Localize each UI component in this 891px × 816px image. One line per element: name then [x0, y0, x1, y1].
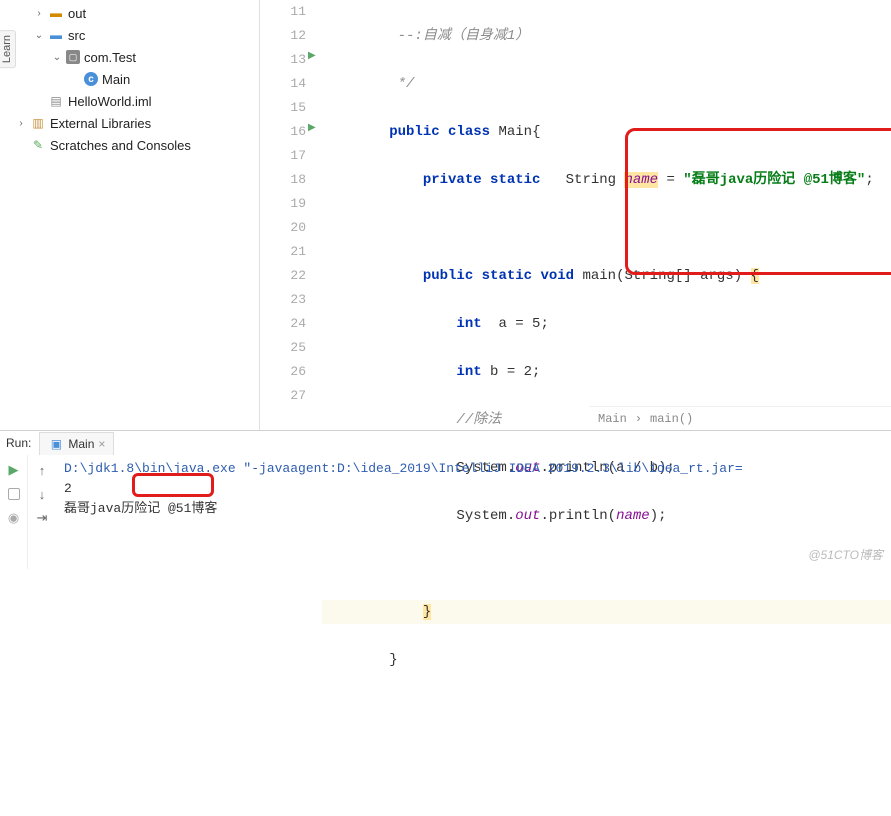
wrap-button[interactable]: ⇥: [33, 509, 51, 527]
run-label: Run:: [6, 436, 31, 450]
package-icon: ▢: [66, 50, 80, 64]
tree-node-iml[interactable]: ▤HelloWorld.iml: [16, 90, 259, 112]
output-line: 磊哥java历险记 @51博客: [64, 499, 883, 519]
run-toolbar: ▶ ◉: [0, 455, 28, 569]
tree-node-package[interactable]: ⌄▢com.Test: [16, 46, 259, 68]
run-gutter-icon[interactable]: ▶: [308, 50, 316, 62]
tree-node-class[interactable]: cMain: [16, 68, 259, 90]
tree-node-out[interactable]: ›▬out: [16, 2, 259, 24]
up-button[interactable]: ↑: [33, 461, 51, 479]
console-output[interactable]: D:\jdk1.8\bin\java.exe "-javaagent:D:\id…: [56, 455, 891, 569]
tree-node-src[interactable]: ⌄▬src: [16, 24, 259, 46]
highlight-box: [132, 473, 214, 497]
rerun-button[interactable]: ▶: [5, 461, 23, 479]
chevron-down-icon: ⌄: [34, 30, 44, 41]
code-editor[interactable]: 1112131415161718192021222324252627 ▶ ▶ -…: [260, 0, 891, 430]
watermark: @51CTO博客: [808, 546, 883, 563]
breadcrumb[interactable]: Main main(): [590, 406, 891, 430]
folder-icon: ▬: [48, 5, 64, 21]
close-icon[interactable]: ×: [98, 437, 105, 451]
app-icon: ▣: [48, 436, 64, 452]
console-toolbar: ↑ ↓ ⇥: [28, 455, 56, 569]
chevron-right-icon: ›: [34, 8, 44, 19]
chevron-right-icon: ›: [16, 118, 26, 129]
scratch-icon: ✎: [30, 137, 46, 153]
chevron-down-icon: ⌄: [52, 52, 62, 63]
down-button[interactable]: ↓: [33, 485, 51, 503]
run-gutter-icon[interactable]: ▶: [308, 122, 316, 134]
stop-button[interactable]: [5, 485, 23, 503]
highlight-box: [625, 128, 891, 275]
line-gutter: 1112131415161718192021222324252627: [260, 0, 316, 430]
class-icon: c: [84, 72, 98, 86]
library-icon: ▥: [30, 115, 46, 131]
run-tab[interactable]: ▣ Main ×: [39, 432, 114, 455]
tree-node-scratches[interactable]: ✎Scratches and Consoles: [16, 134, 259, 156]
breadcrumb-item[interactable]: main(): [650, 412, 693, 426]
folder-icon: ▬: [48, 27, 64, 43]
file-icon: ▤: [48, 93, 64, 109]
camera-button[interactable]: ◉: [5, 509, 23, 527]
project-tree: Learn ›▬out ⌄▬src ⌄▢com.Test cMain ▤Hell…: [0, 0, 260, 430]
tree-node-libraries[interactable]: ›▥External Libraries: [16, 112, 259, 134]
breadcrumb-item[interactable]: Main: [598, 412, 627, 426]
learn-tab[interactable]: Learn: [0, 30, 16, 68]
chevron-right-icon: [635, 412, 642, 426]
